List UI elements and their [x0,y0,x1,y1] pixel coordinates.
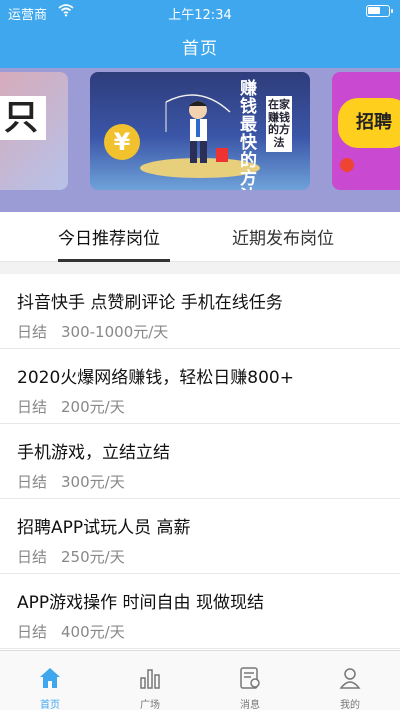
settle-type: 日结 [17,473,48,491]
job-meta: 日结 300元/天 [17,471,125,492]
message-icon [240,667,260,689]
job-pay: 200元/天 [61,398,125,416]
tabbar-label: 我的 [340,700,360,710]
job-title: 招聘APP试玩人员 高薪 [17,518,191,538]
banner-right-text: 招聘 [338,98,400,148]
banner-subtitle: 在家赚钱的方法 [266,96,292,152]
tabbar-label: 首页 [40,700,60,710]
chart-icon [140,669,160,689]
svg-text:¥: ¥ [114,128,131,156]
banner-slide-left[interactable]: 只 [0,72,68,190]
job-meta: 日结 400元/天 [17,621,125,642]
clock: 上午12:34 [168,8,232,23]
banner-slide-center[interactable]: ¥ 赚钱最快的方法 在家赚钱的方法 [90,72,310,190]
job-list-item[interactable]: 2020火爆网络赚钱，轻松日赚800+ 日结 200元/天 [0,349,400,424]
tabbar-item-square[interactable]: 广场 [100,651,200,710]
user-icon [339,668,361,689]
settle-type: 日结 [17,398,48,416]
tabbar-item-home[interactable]: 首页 [0,651,100,710]
job-meta: 日结 250元/天 [17,546,125,567]
job-meta: 日结 300-1000元/天 [17,321,168,342]
job-list-item[interactable]: APP游戏操作 时间自由 现做现结 日结 400元/天 [0,574,400,649]
page-title: 首页 [182,39,218,59]
tab-today-recommended[interactable]: 今日推荐岗位 [58,224,160,249]
job-list-item[interactable]: 招聘APP试玩人员 高薪 日结 250元/天 [0,499,400,574]
settle-type: 日结 [17,623,48,641]
yen-coin-icon: ¥ [104,124,140,160]
home-icon [40,668,60,688]
job-pay: 250元/天 [61,548,125,566]
tabbar-label: 消息 [240,700,260,710]
job-list-item[interactable]: 手机游戏，立结立结 日结 300元/天 [0,424,400,499]
decorative-dot [340,158,354,172]
banner-slide-right[interactable]: 招聘 [332,72,400,190]
bottom-tab-bar: 首页 广场 消息 我的 [0,650,400,710]
tabbar-item-messages[interactable]: 消息 [200,651,300,710]
job-title: 2020火爆网络赚钱，轻松日赚800+ [17,368,294,388]
battery-icon [366,5,393,17]
job-pay: 300元/天 [61,473,125,491]
job-pay: 300-1000元/天 [61,323,169,341]
job-title: 抖音快手 点赞刷评论 手机在线任务 [17,293,283,313]
job-title: APP游戏操作 时间自由 现做现结 [17,593,264,613]
top-bar: 运营商 上午12:34 首页 [0,0,400,68]
job-title: 手机游戏，立结立结 [17,443,170,463]
settle-type: 日结 [17,548,48,566]
job-meta: 日结 200元/天 [17,396,125,417]
job-list-item[interactable]: 抖音快手 点赞刷评论 手机在线任务 日结 300-1000元/天 [0,274,400,349]
banner-headline: 赚钱最快的方法 [240,79,257,190]
banner-left-text: 只 [0,96,46,140]
tab-recent-posted[interactable]: 近期发布岗位 [232,224,334,249]
tabbar-item-mine[interactable]: 我的 [300,651,400,710]
banner-carousel[interactable]: 只 ¥ 赚钱最快的方法 在家赚钱的方法 招聘 [0,68,400,212]
status-bar: 运营商 上午12:34 [0,0,400,24]
job-list: 抖音快手 点赞刷评论 手机在线任务 日结 300-1000元/天 2020火爆网络… [0,274,400,650]
fishing-man-illustration [165,94,231,163]
active-tab-indicator [58,259,170,262]
job-tabs: 今日推荐岗位 近期发布岗位 [0,212,400,262]
tabbar-label: 广场 [140,700,160,710]
job-pay: 400元/天 [61,623,125,641]
settle-type: 日结 [17,323,48,341]
